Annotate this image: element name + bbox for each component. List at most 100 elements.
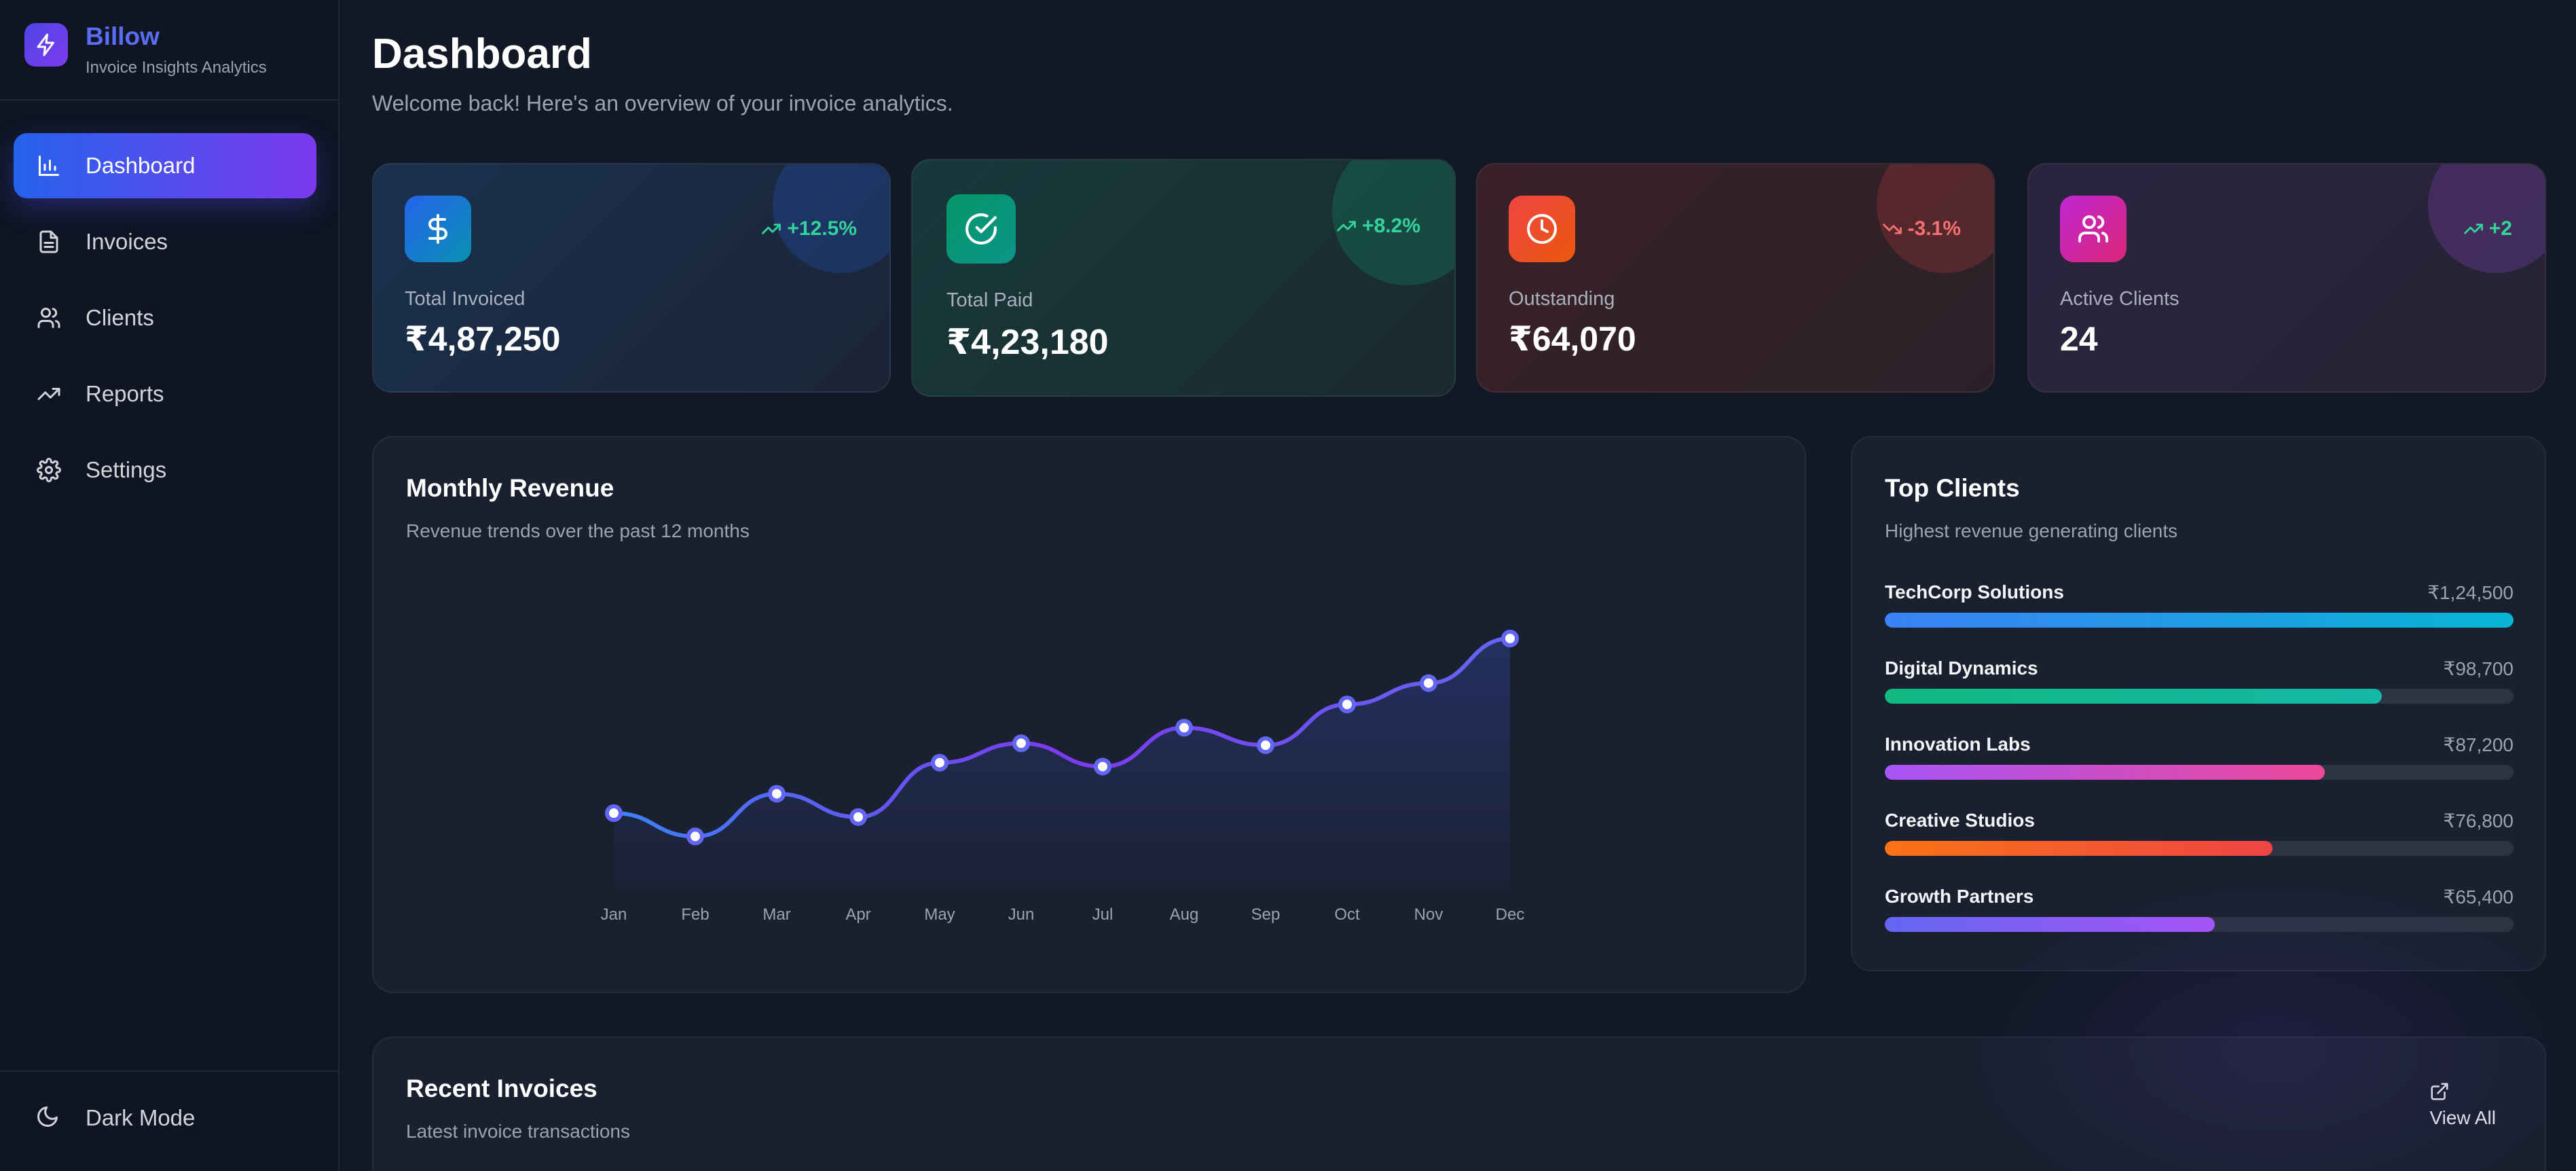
revenue-area bbox=[614, 638, 1510, 890]
users-icon bbox=[2060, 196, 2127, 262]
top-clients-card: Top Clients Highest revenue generating c… bbox=[1851, 436, 2546, 971]
x-tick-label: Apr bbox=[845, 905, 870, 924]
stat-value: ₹64,070 bbox=[1509, 320, 1636, 358]
client-amount: ₹87,200 bbox=[2443, 734, 2514, 755]
brand[interactable]: Billow Invoice Insights Analytics bbox=[24, 23, 267, 77]
divider bbox=[0, 1070, 339, 1072]
card-subtitle: Highest revenue generating clients bbox=[1885, 520, 2178, 541]
trend-value: +8.2% bbox=[1362, 215, 1420, 237]
client-progress-bar bbox=[1885, 765, 2514, 780]
x-tick-label: Jul bbox=[1092, 905, 1114, 924]
page-subtitle: Welcome back! Here's an overview of your… bbox=[372, 91, 953, 115]
data-point-sep[interactable] bbox=[1257, 736, 1274, 755]
client-amount: ₹98,700 bbox=[2443, 658, 2514, 679]
check-circle-icon bbox=[946, 194, 1016, 264]
sidebar-nav: Dashboard Invoices Clients Reports Setti… bbox=[14, 133, 316, 514]
data-point-aug[interactable] bbox=[1175, 719, 1193, 737]
x-tick-label: Jun bbox=[1008, 905, 1035, 924]
client-progress-fill bbox=[1885, 917, 2215, 932]
stat-label: Outstanding bbox=[1509, 288, 1615, 310]
data-point-apr[interactable] bbox=[849, 808, 867, 826]
trending-down-icon bbox=[1882, 223, 1902, 234]
x-tick-label: Sep bbox=[1251, 905, 1281, 924]
data-point-dec[interactable] bbox=[1501, 630, 1519, 647]
x-tick-label: Nov bbox=[1414, 905, 1443, 924]
sidebar-item-label: Clients bbox=[86, 305, 154, 330]
bar-chart-icon bbox=[35, 152, 62, 179]
users-icon bbox=[35, 304, 62, 331]
clock-icon bbox=[1509, 196, 1575, 262]
client-name: Digital Dynamics bbox=[1885, 657, 2038, 679]
sidebar-item-label: Reports bbox=[86, 381, 164, 406]
stat-card-outstanding[interactable]: -3.1% Outstanding ₹64,070 bbox=[1476, 163, 1995, 393]
view-all-button[interactable]: View All bbox=[2429, 1081, 2496, 1129]
trend-value: +12.5% bbox=[787, 217, 857, 240]
card-title: Top Clients bbox=[1885, 474, 2020, 502]
sidebar-item-label: Invoices bbox=[86, 229, 168, 254]
x-tick-label: Aug bbox=[1170, 905, 1199, 924]
data-point-jun[interactable] bbox=[1012, 734, 1030, 753]
file-text-icon bbox=[35, 228, 62, 255]
client-name: Creative Studios bbox=[1885, 810, 2035, 831]
data-point-feb[interactable] bbox=[686, 827, 704, 846]
client-progress-fill bbox=[1885, 841, 2273, 856]
trend-value: -3.1% bbox=[1907, 217, 1961, 240]
sidebar-item-clients[interactable]: Clients bbox=[14, 285, 316, 350]
trend-indicator: +8.2% bbox=[1336, 215, 1420, 238]
stat-value: 24 bbox=[2060, 320, 2098, 358]
stat-card-active-clients[interactable]: +2 Active Clients 24 bbox=[2027, 163, 2546, 393]
data-point-oct[interactable] bbox=[1338, 696, 1356, 714]
brand-name: Billow bbox=[86, 22, 160, 50]
stat-card-total-invoiced[interactable]: +12.5% Total Invoiced ₹4,87,250 bbox=[372, 163, 891, 393]
data-point-nov[interactable] bbox=[1420, 674, 1437, 692]
sidebar-item-label: Settings bbox=[86, 457, 167, 482]
x-tick-label: Dec bbox=[1496, 905, 1525, 924]
client-progress-fill bbox=[1885, 765, 2325, 780]
x-tick-label: Jan bbox=[601, 905, 627, 924]
sidebar-item-dashboard[interactable]: Dashboard bbox=[14, 133, 316, 198]
dollar-icon bbox=[405, 196, 471, 262]
sidebar: Billow Invoice Insights Analytics Dashbo… bbox=[0, 0, 339, 1171]
trending-up-icon bbox=[1337, 221, 1356, 232]
data-point-jan[interactable] bbox=[605, 804, 623, 823]
client-progress-bar bbox=[1885, 917, 2514, 932]
revenue-chart: Jan Feb Mar Apr May Jun Jul Aug Sep Oct Nov Dec bbox=[601, 630, 1525, 924]
divider bbox=[0, 99, 339, 101]
page-title: Dashboard bbox=[372, 31, 592, 77]
stat-value: ₹4,23,180 bbox=[946, 323, 1109, 362]
trend-indicator: -3.1% bbox=[1882, 217, 1961, 240]
x-tick-label: May bbox=[924, 905, 955, 924]
view-all-label: View All bbox=[2429, 1107, 2496, 1128]
gear-icon bbox=[35, 456, 62, 484]
client-amount: ₹1,24,500 bbox=[2427, 582, 2514, 603]
data-point-jul[interactable] bbox=[1094, 757, 1111, 776]
trending-up-icon bbox=[35, 380, 62, 408]
recent-invoices-card: Recent Invoices Latest invoice transacti… bbox=[372, 1037, 2546, 1171]
sidebar-item-invoices[interactable]: Invoices bbox=[14, 209, 316, 274]
data-point-may[interactable] bbox=[931, 753, 949, 772]
client-amount: ₹76,800 bbox=[2443, 810, 2514, 831]
client-progress-bar bbox=[1885, 689, 2514, 704]
trend-indicator: +2 bbox=[2463, 217, 2512, 240]
sidebar-item-reports[interactable]: Reports bbox=[14, 361, 316, 427]
monthly-revenue-card: Monthly Revenue Revenue trends over the … bbox=[372, 436, 1806, 993]
dark-mode-label: Dark Mode bbox=[86, 1105, 196, 1130]
client-progress-bar bbox=[1885, 841, 2514, 856]
client-name: TechCorp Solutions bbox=[1885, 581, 2064, 602]
dark-mode-toggle[interactable]: Dark Mode bbox=[35, 1104, 195, 1132]
stat-card-total-paid[interactable]: +8.2% Total Paid ₹4,23,180 bbox=[911, 159, 1456, 397]
sidebar-item-settings[interactable]: Settings bbox=[14, 437, 316, 503]
trending-up-icon bbox=[762, 223, 781, 234]
client-name: Growth Partners bbox=[1885, 886, 2034, 907]
card-subtitle: Latest invoice transactions bbox=[406, 1121, 630, 1142]
trending-up-icon bbox=[2463, 223, 2483, 234]
stat-label: Total Invoiced bbox=[405, 288, 526, 310]
client-progress-fill bbox=[1885, 613, 2514, 628]
moon-icon bbox=[35, 1104, 62, 1132]
x-tick-label: Oct bbox=[1334, 905, 1360, 924]
stat-value: ₹4,87,250 bbox=[405, 320, 561, 358]
brand-subtitle: Invoice Insights Analytics bbox=[86, 58, 267, 77]
external-link-icon bbox=[2431, 1083, 2448, 1100]
data-point-mar[interactable] bbox=[768, 785, 786, 803]
card-title: Recent Invoices bbox=[406, 1075, 597, 1102]
